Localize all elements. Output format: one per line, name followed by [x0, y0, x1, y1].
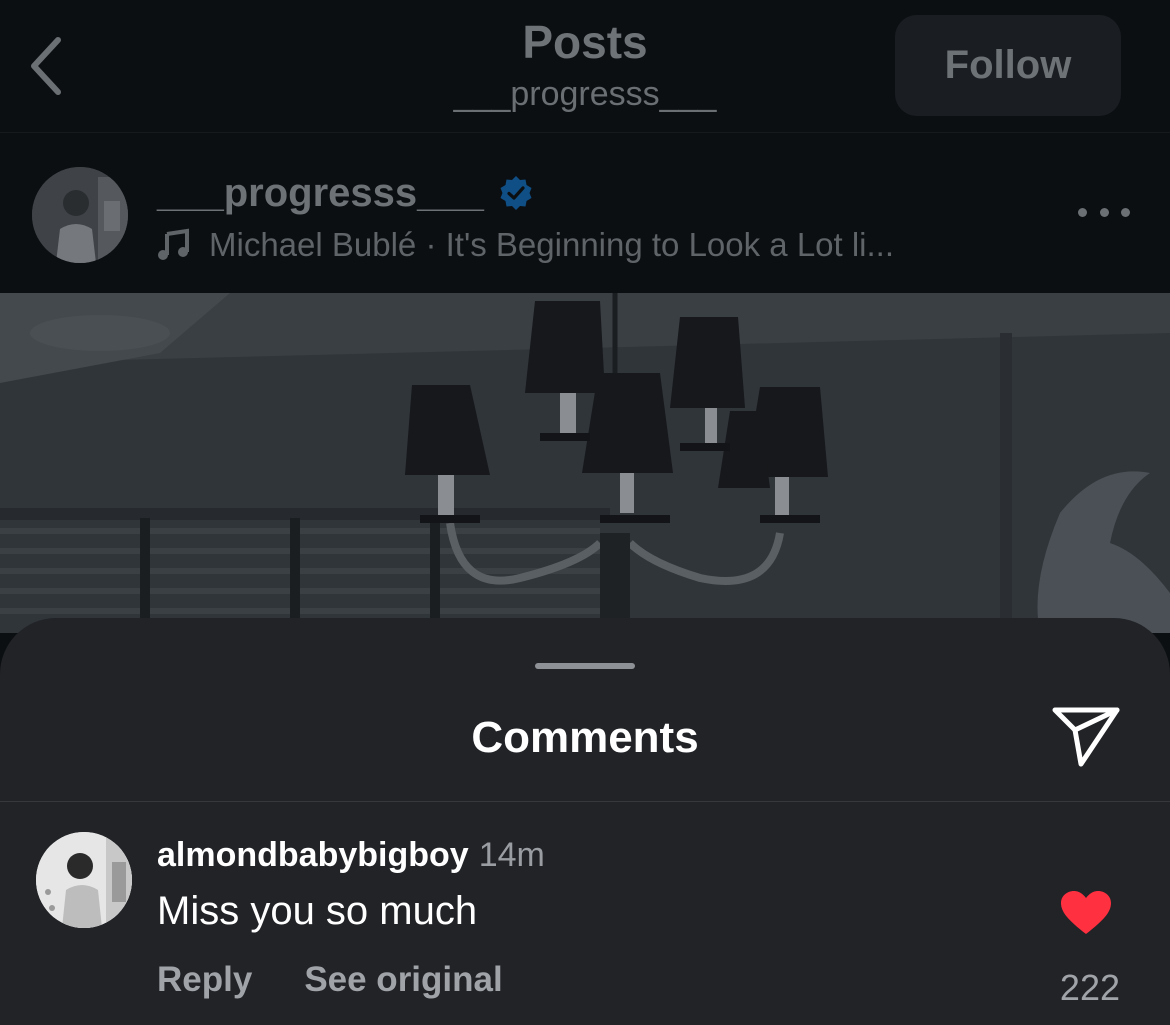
comments-sheet: Comments almondbabybigboy 14m Miss you so… — [0, 618, 1170, 1025]
more-horizontal-icon-dot — [1078, 207, 1087, 217]
like-button[interactable] — [1060, 890, 1112, 936]
post-username[interactable]: ___progresss___ — [157, 169, 534, 217]
follow-button[interactable]: Follow — [895, 15, 1121, 116]
avatar[interactable] — [32, 167, 128, 263]
comment-timestamp: 14m — [478, 836, 545, 874]
avatar-photo — [36, 832, 132, 928]
post-photo[interactable] — [0, 293, 1170, 633]
like-count: 222 — [1059, 967, 1120, 1008]
comment-username[interactable]: almondbabybigboy — [157, 836, 469, 874]
music-note-icon — [158, 228, 189, 260]
more-options-button[interactable] — [1078, 199, 1130, 225]
divider — [0, 801, 1170, 802]
send-icon — [1052, 707, 1120, 767]
chandelier-photo — [0, 293, 1170, 633]
post-username-text: ___progresss___ — [157, 171, 484, 215]
reply-button[interactable]: Reply — [157, 958, 252, 1002]
comment-avatar[interactable] — [36, 832, 132, 928]
more-horizontal-icon-dot — [1121, 207, 1130, 217]
sheet-drag-handle[interactable] — [535, 663, 635, 669]
share-button[interactable] — [1047, 702, 1125, 772]
post-header: ___progresss___ Michael Bublé · It's Beg… — [0, 133, 1170, 293]
see-original-button[interactable]: See original — [304, 958, 502, 1002]
post-music-attribution[interactable]: Michael Bublé · It's Beginning to Look a… — [157, 223, 894, 267]
comment-header: almondbabybigboy 14m — [157, 834, 545, 876]
comments-title: Comments — [471, 713, 699, 762]
music-track-text: Michael Bublé · It's Beginning to Look a… — [209, 226, 895, 263]
heart-icon — [1061, 891, 1111, 934]
comment-actions: Reply See original — [157, 958, 503, 1002]
comment-text: Miss you so much — [157, 889, 478, 933]
verified-badge-icon — [500, 176, 532, 210]
more-horizontal-icon-dot — [1099, 207, 1109, 217]
avatar-photo — [32, 167, 128, 263]
top-nav-bar: Posts ___progresss___ Follow — [0, 0, 1170, 133]
